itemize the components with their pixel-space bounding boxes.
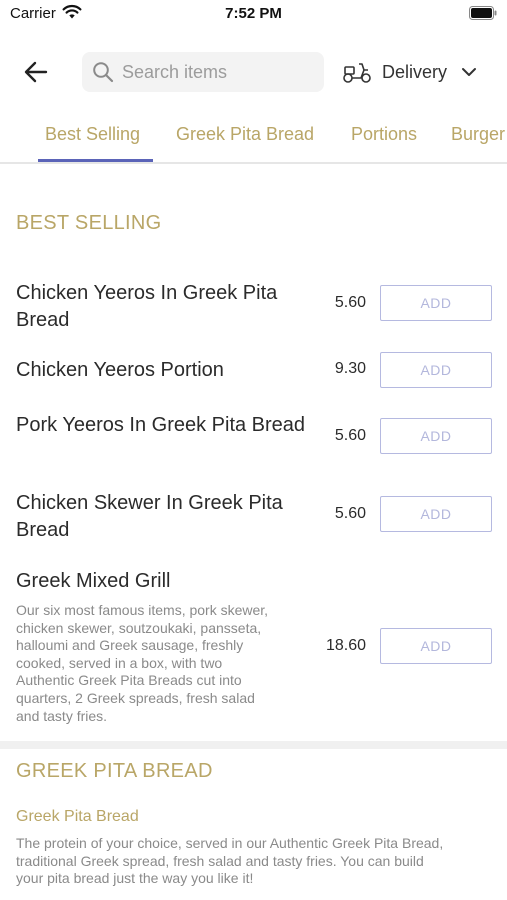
menu-item-name[interactable]: Chicken Yeeros In Greek Pita Bread (16, 280, 316, 334)
tab-best-selling[interactable]: Best Selling (45, 124, 140, 145)
add-button[interactable]: ADD (380, 285, 492, 321)
section-title-best-selling: BEST SELLING (16, 212, 162, 234)
scooter-icon (343, 63, 371, 83)
menu-item-name[interactable]: Pork Yeeros In Greek Pita Bread (16, 412, 316, 439)
category-subtitle: Greek Pita Bread (16, 808, 139, 825)
menu-item-description: Our six most famous items, pork skewer, … (16, 602, 269, 724)
add-button[interactable]: ADD (380, 418, 492, 454)
delivery-selector[interactable]: Delivery (342, 54, 477, 90)
menu-item-price: 9.30 (334, 360, 366, 377)
delivery-label: Delivery (382, 61, 448, 82)
screen: Carrier 7:52 PM Search items Delivery Be… (0, 0, 507, 900)
category-description: The protein of your choice, served in ou… (16, 835, 444, 887)
back-arrow-icon (24, 61, 48, 83)
menu-item-price: 18.60 (325, 637, 366, 654)
tab-portions[interactable]: Portions (351, 124, 417, 145)
add-button[interactable]: ADD (380, 496, 492, 532)
status-time: 7:52 PM (225, 5, 282, 22)
tab-greek-pita-bread[interactable]: Greek Pita Bread (176, 124, 314, 145)
header: Delivery (0, 50, 507, 94)
battery-icon (469, 6, 497, 20)
add-button[interactable]: ADD (380, 628, 492, 664)
search-icon (93, 62, 114, 83)
search-box[interactable] (82, 52, 324, 92)
back-button[interactable] (18, 56, 54, 88)
section-divider (0, 741, 507, 749)
search-input[interactable] (122, 61, 312, 83)
category-tabs: Best Selling Greek Pita Bread Portions B… (0, 112, 507, 164)
tab-burger[interactable]: Burger (451, 124, 505, 145)
menu-item-name[interactable]: Chicken Yeeros Portion (16, 357, 316, 384)
chevron-down-icon (462, 68, 477, 76)
active-tab-indicator (38, 159, 153, 162)
menu-item-price: 5.60 (334, 294, 366, 311)
menu-item-price: 5.60 (334, 427, 366, 444)
menu-item-name[interactable]: Greek Mixed Grill (16, 568, 316, 595)
menu-item-name[interactable]: Chicken Skewer In Greek Pita Bread (16, 490, 316, 544)
status-bar: Carrier 7:52 PM (0, 0, 507, 30)
menu-item-price: 5.60 (334, 505, 366, 522)
section-title-greek-pita-bread: GREEK PITA BREAD (16, 760, 213, 782)
add-button[interactable]: ADD (380, 352, 492, 388)
